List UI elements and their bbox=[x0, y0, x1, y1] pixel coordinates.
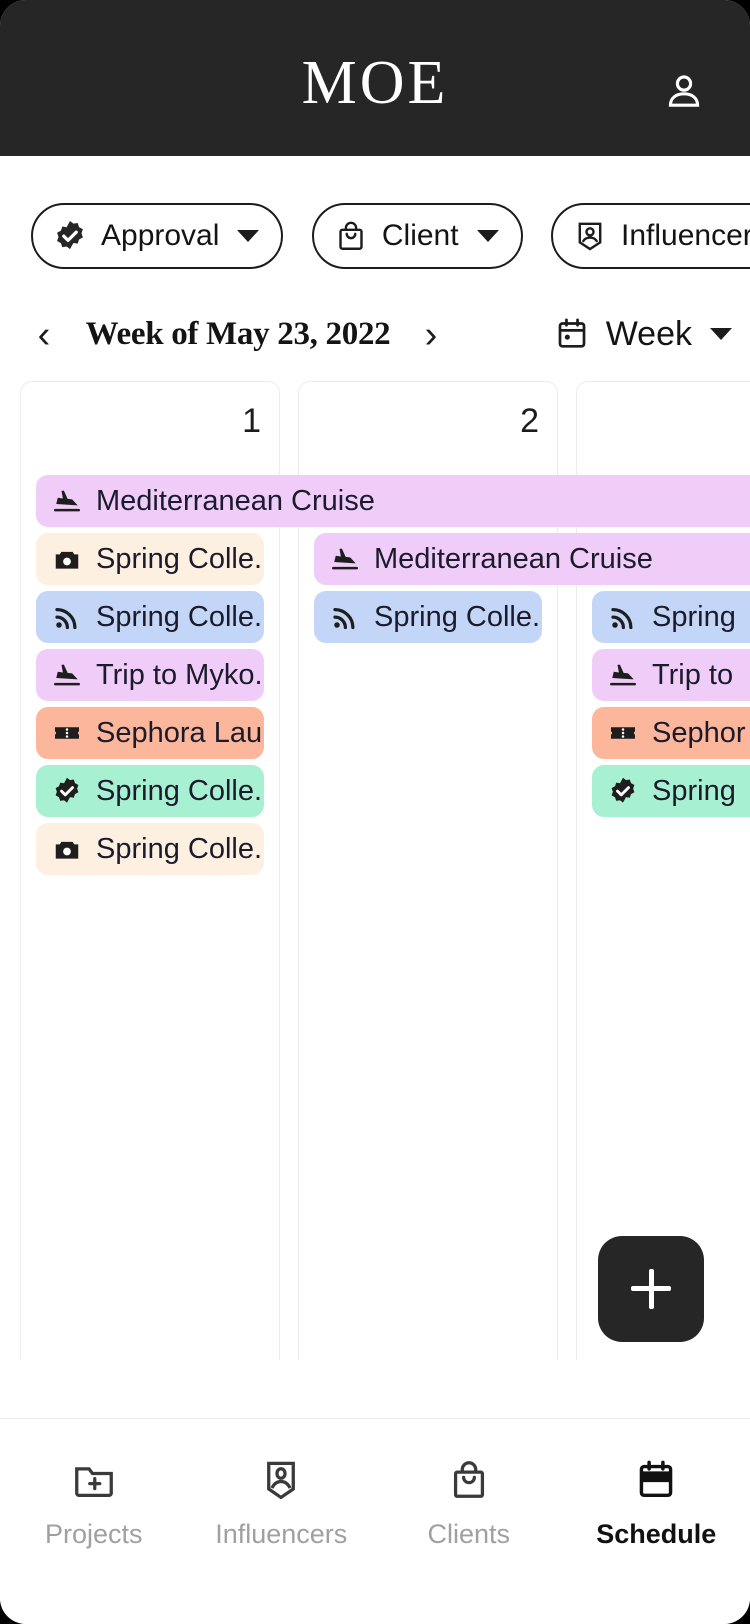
bottom-navigation: Projects Influencers Clients Schedule bbox=[0, 1418, 750, 1624]
calendar-event-chip[interactable]: Sephora Lau... bbox=[36, 707, 264, 759]
plane-landing-icon bbox=[332, 548, 358, 570]
day-number: 1 bbox=[242, 402, 261, 440]
calendar-event-label: Mediterranean Cruise bbox=[374, 543, 653, 575]
next-week-button[interactable]: › bbox=[409, 308, 453, 362]
calendar-event-label: Spring bbox=[652, 601, 736, 633]
day-number: 2 bbox=[520, 402, 539, 440]
filter-chip-label: Client bbox=[381, 219, 459, 252]
nav-item-label: Clients bbox=[427, 1519, 511, 1549]
calendar-event-label: Spring Colle... bbox=[96, 775, 264, 807]
calendar-event-chip[interactable]: Trip to Myko... bbox=[36, 649, 264, 701]
calendar-event-label: Spring Colle... bbox=[96, 833, 264, 865]
filter-chip-approval[interactable]: Approval bbox=[31, 203, 284, 269]
app-header: MOE bbox=[0, 0, 750, 156]
nav-item-label: Projects bbox=[44, 1519, 143, 1549]
plane-landing-icon bbox=[54, 664, 80, 686]
calendar-event-label: Trip to Myko... bbox=[96, 659, 264, 691]
filter-chip-client[interactable]: Client bbox=[311, 203, 523, 269]
rss-icon bbox=[55, 608, 77, 630]
filter-chip-influencer[interactable]: Influencer bbox=[551, 203, 750, 269]
account-button[interactable] bbox=[662, 70, 706, 114]
day-column[interactable]: 2 bbox=[298, 381, 558, 1360]
nav-item-schedule[interactable]: Schedule bbox=[563, 1419, 750, 1624]
calendar-event-chip[interactable]: Mediterranean Cruise bbox=[314, 533, 750, 585]
calendar-event-chip[interactable]: Spring bbox=[592, 591, 750, 643]
week-title: Week of May 23, 2022 bbox=[85, 316, 391, 352]
calendar-event-label: Mediterranean Cruise bbox=[96, 485, 375, 517]
calendar-event-chip[interactable]: Spring Colle... bbox=[36, 533, 264, 585]
folder-plus-icon bbox=[74, 1467, 113, 1497]
filter-chip-row[interactable]: Approval Client Influencer bbox=[0, 203, 750, 273]
verified-badge-icon bbox=[55, 777, 79, 803]
nav-item-clients[interactable]: Clients bbox=[375, 1419, 563, 1624]
calendar-icon bbox=[558, 318, 586, 348]
rss-icon bbox=[333, 608, 355, 630]
verified-badge-icon bbox=[57, 220, 83, 250]
ticket-icon bbox=[55, 727, 79, 739]
shopping-bag-icon bbox=[339, 221, 363, 250]
chevron-down-icon bbox=[710, 328, 732, 340]
nav-item-label: Schedule bbox=[596, 1519, 717, 1549]
nav-item-influencers[interactable]: Influencers bbox=[188, 1419, 376, 1624]
nav-item-label: Influencers bbox=[215, 1519, 348, 1549]
calendar-icon bbox=[639, 1460, 673, 1498]
filter-chip-label: Influencer bbox=[621, 219, 750, 252]
verified-badge-icon bbox=[611, 777, 635, 803]
calendar-event-chip[interactable]: Mediterranean Cruise bbox=[36, 475, 750, 527]
person-icon bbox=[668, 75, 700, 107]
calendar-event-chip[interactable]: Spring Colle... bbox=[36, 591, 264, 643]
plane-landing-icon bbox=[54, 490, 80, 512]
calendar-event-label: Sephor bbox=[652, 717, 746, 749]
influencer-pin-icon bbox=[267, 1461, 296, 1500]
calendar-event-label: Spring Colle... bbox=[96, 543, 264, 575]
camera-icon bbox=[55, 841, 79, 859]
phone-screen: MOE Approval Client Influencer ‹ Week of… bbox=[0, 0, 750, 1624]
filter-chip-label: Approval bbox=[101, 219, 220, 252]
calendar-event-chip[interactable]: Spring Colle... bbox=[36, 823, 264, 875]
date-navigation-bar: ‹ Week of May 23, 2022 › Week bbox=[0, 300, 750, 370]
calendar-event-chip[interactable]: Sephor bbox=[592, 707, 750, 759]
day-column[interactable] bbox=[576, 381, 750, 1360]
app-brand-logo: MOE bbox=[301, 49, 449, 117]
ticket-icon bbox=[611, 727, 635, 739]
influencer-pin-icon bbox=[578, 222, 602, 251]
previous-week-button[interactable]: ‹ bbox=[22, 308, 66, 362]
plane-landing-icon bbox=[610, 664, 636, 686]
camera-icon bbox=[55, 551, 79, 569]
calendar-event-label: Spring Colle... bbox=[374, 601, 542, 633]
shopping-bag-icon bbox=[453, 1461, 484, 1498]
nav-item-projects[interactable]: Projects bbox=[0, 1419, 188, 1624]
view-mode-selector[interactable]: Week bbox=[554, 306, 732, 362]
view-mode-label: Week bbox=[605, 315, 692, 353]
add-event-fab[interactable] bbox=[598, 1236, 704, 1342]
rss-icon bbox=[611, 608, 633, 630]
calendar-event-chip[interactable]: Spring bbox=[592, 765, 750, 817]
calendar-event-label: Trip to bbox=[652, 659, 734, 691]
calendar-event-label: Spring bbox=[652, 775, 736, 807]
chevron-down-icon bbox=[237, 230, 260, 242]
chevron-down-icon bbox=[476, 230, 499, 242]
calendar-event-chip[interactable]: Spring Colle... bbox=[314, 591, 542, 643]
calendar-event-label: Sephora Lau... bbox=[96, 717, 264, 749]
calendar-event-chip[interactable]: Spring Colle... bbox=[36, 765, 264, 817]
calendar-event-label: Spring Colle... bbox=[96, 601, 264, 633]
calendar-event-chip[interactable]: Trip to bbox=[592, 649, 750, 701]
